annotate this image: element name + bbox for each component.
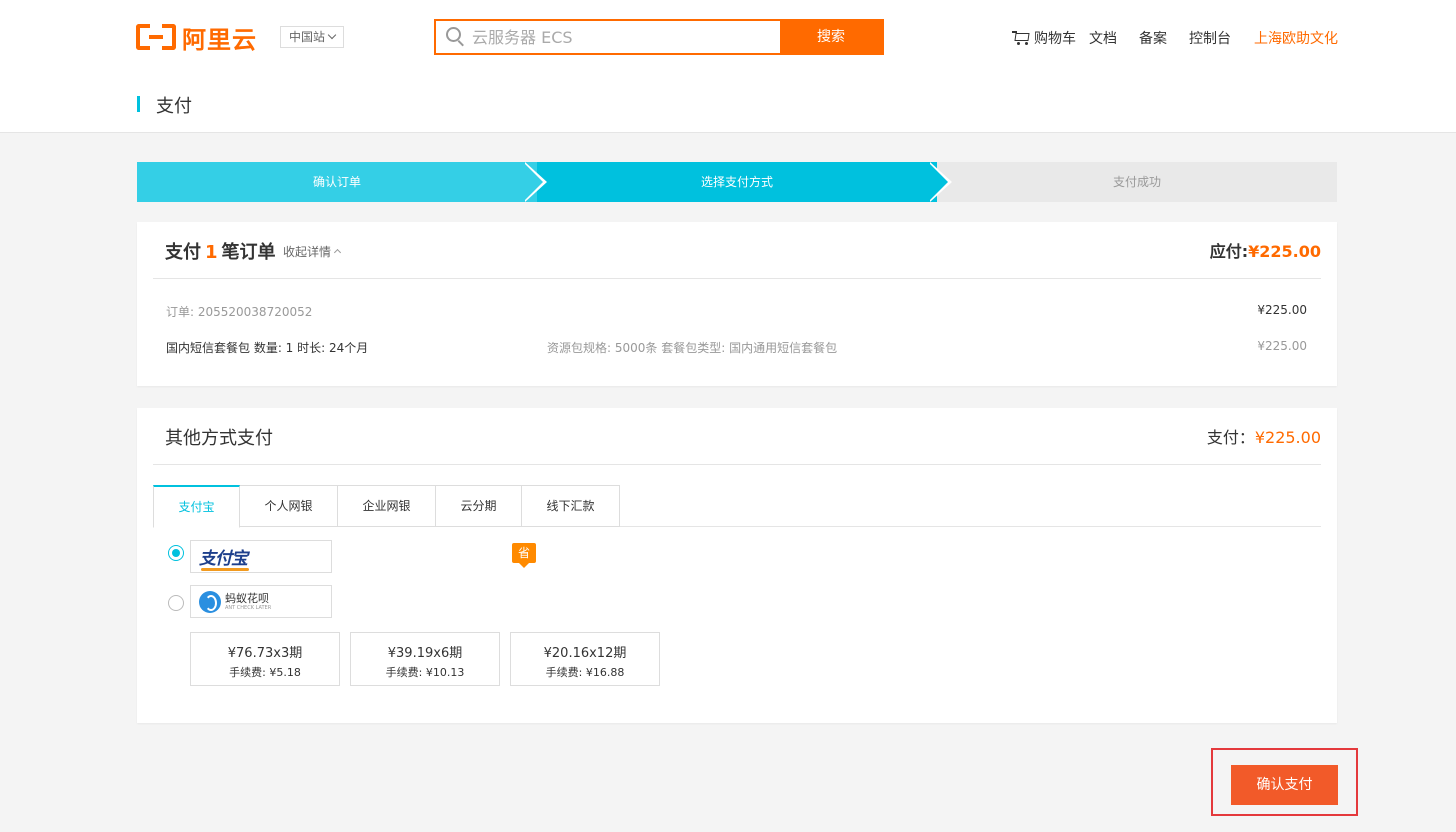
region-label: 中国站 bbox=[289, 30, 326, 44]
amount-due: 应付:¥225.00 bbox=[1209, 242, 1321, 261]
collapse-details-link[interactable]: 收起详情 bbox=[283, 243, 342, 260]
installment-plan-12[interactable]: ¥20.16x12期 手续费: ¥16.88 bbox=[510, 632, 660, 686]
top-header: 阿里云 中国站 搜索 购物车 文档 备案 控制台 上海欧助文化 bbox=[0, 0, 1456, 75]
nav-docs[interactable]: 文档 bbox=[1089, 28, 1117, 48]
divider bbox=[153, 464, 1321, 465]
nav-beian[interactable]: 备案 bbox=[1139, 28, 1167, 48]
plan-amount: ¥39.19x6期 bbox=[387, 646, 463, 661]
aliyun-logo[interactable]: 阿里云 bbox=[136, 22, 257, 54]
installment-plan-6[interactable]: ¥39.19x6期 手续费: ¥10.13 bbox=[350, 632, 500, 686]
title-accent-bar bbox=[137, 96, 140, 112]
huabei-logo-icon bbox=[199, 590, 221, 613]
payment-total-value: ¥225.00 bbox=[1254, 428, 1321, 447]
huabei-subtitle: ANT CHECK LATER bbox=[225, 604, 272, 611]
order-count: 1 bbox=[205, 242, 218, 263]
plan-fee: 手续费: ¥5.18 bbox=[229, 666, 301, 679]
other-payment-title: 其他方式支付 bbox=[165, 428, 273, 449]
search-bar: 搜索 bbox=[434, 19, 884, 55]
huabei-name: 蚂蚁花呗 bbox=[225, 591, 269, 605]
order-number: 订单: 205520038720052 bbox=[166, 305, 313, 319]
step-arrow bbox=[523, 162, 543, 202]
divider bbox=[153, 278, 1321, 279]
product-spec: 资源包规格: 5000条 套餐包类型: 国内通用短信套餐包 bbox=[547, 341, 838, 355]
plan-fee: 手续费: ¥16.88 bbox=[545, 666, 625, 679]
cart-icon bbox=[1012, 30, 1030, 46]
logo-text: 阿里云 bbox=[182, 25, 257, 54]
chevron-up-icon bbox=[333, 248, 342, 257]
tab-alipay[interactable]: 支付宝 bbox=[153, 485, 240, 528]
region-selector[interactable]: 中国站 bbox=[280, 26, 345, 48]
savings-badge: 省 bbox=[512, 543, 536, 568]
order-amount: ¥225.00 bbox=[1257, 303, 1307, 317]
page-header: 支付 bbox=[0, 75, 1456, 133]
alipay-option[interactable]: 支付宝 bbox=[190, 540, 332, 573]
step-choose-payment: 选择支付方式 bbox=[537, 162, 937, 202]
payment-total: 支付：¥225.00 bbox=[1206, 428, 1321, 447]
alipay-logo: 支付宝 bbox=[199, 544, 249, 571]
alipay-radio[interactable] bbox=[168, 545, 184, 561]
search-button[interactable]: 搜索 bbox=[780, 21, 882, 53]
step-pay-success: 支付成功 bbox=[937, 162, 1337, 202]
aliyun-logo-icon bbox=[136, 24, 176, 50]
installment-plan-3[interactable]: ¥76.73x3期 手续费: ¥5.18 bbox=[190, 632, 340, 686]
search-icon bbox=[446, 27, 466, 47]
amount-due-value: ¥225.00 bbox=[1248, 242, 1321, 261]
step-arrow bbox=[928, 162, 948, 202]
plan-fee: 手续费: ¥10.13 bbox=[385, 666, 465, 679]
order-summary-card: 支付 1 笔订单 收起详情 应付:¥225.00 订单: 2055200387200… bbox=[137, 222, 1337, 386]
confirm-payment-button[interactable]: 确认支付 bbox=[1231, 765, 1338, 805]
nav-cart[interactable]: 购物车 bbox=[1012, 28, 1076, 48]
search-input[interactable] bbox=[472, 21, 780, 53]
tab-offline-transfer[interactable]: 线下汇款 bbox=[521, 485, 620, 527]
tab-corporate-bank[interactable]: 企业网银 bbox=[337, 485, 436, 527]
tab-cloud-installment[interactable]: 云分期 bbox=[435, 485, 522, 527]
step-confirm-order: 确认订单 bbox=[137, 162, 537, 202]
page-title: 支付 bbox=[156, 96, 192, 117]
tab-personal-bank[interactable]: 个人网银 bbox=[239, 485, 338, 527]
nav-user-account[interactable]: 上海欧助文化 bbox=[1254, 28, 1338, 48]
progress-steps: 支付成功 选择支付方式 确认订单 bbox=[137, 162, 1337, 202]
plan-amount: ¥76.73x3期 bbox=[227, 646, 303, 661]
huabei-radio[interactable] bbox=[168, 595, 184, 611]
plan-amount: ¥20.16x12期 bbox=[543, 646, 627, 661]
chevron-down-icon bbox=[327, 30, 337, 40]
payment-methods-card: 其他方式支付 支付：¥225.00 个人网银 企业网银 云分期 线下汇款 支付宝… bbox=[137, 408, 1337, 723]
order-title: 支付 1 笔订单 bbox=[165, 242, 276, 263]
huabei-option[interactable]: 蚂蚁花呗 ANT CHECK LATER bbox=[190, 585, 332, 618]
payment-tabs: 个人网银 企业网银 云分期 线下汇款 支付宝 省 bbox=[153, 485, 1321, 568]
product-amount: ¥225.00 bbox=[1257, 339, 1307, 353]
product-description: 国内短信套餐包 数量: 1 时长: 24个月 bbox=[166, 341, 369, 355]
nav-cart-label: 购物车 bbox=[1034, 31, 1076, 47]
nav-console[interactable]: 控制台 bbox=[1189, 28, 1231, 48]
